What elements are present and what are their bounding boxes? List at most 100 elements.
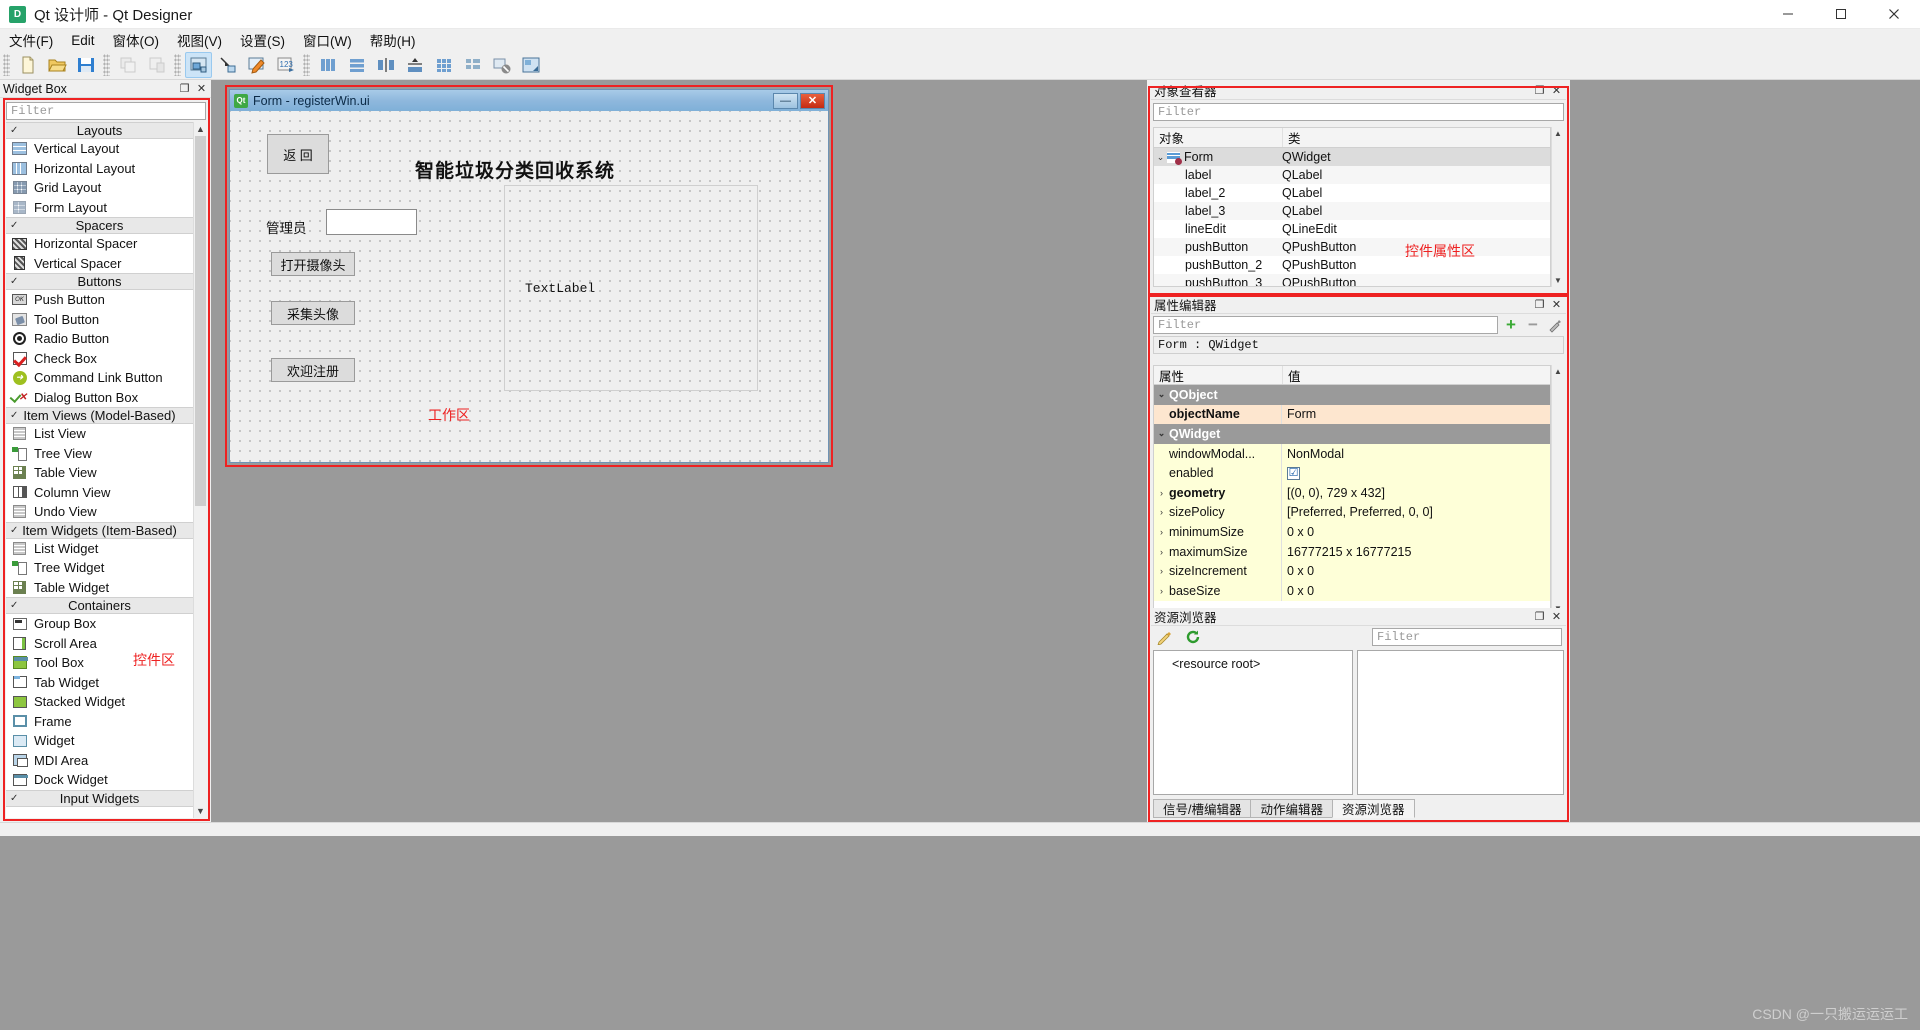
widget-item-frame[interactable]: Frame — [6, 712, 193, 732]
minimize-button[interactable] — [1761, 0, 1814, 29]
menu-file[interactable]: 文件(F) — [0, 28, 62, 52]
form-close-button[interactable]: ✕ — [800, 92, 825, 109]
chevron-right-icon[interactable]: › — [1154, 586, 1169, 596]
property-row-sizeincrement[interactable]: › sizeIncrement 0 x 0 — [1154, 561, 1550, 581]
object-tree-row-label-3[interactable]: label_3 QLabel — [1154, 202, 1550, 220]
menu-help[interactable]: 帮助(H) — [361, 28, 425, 52]
tab-action-editor[interactable]: 动作编辑器 — [1250, 799, 1333, 818]
object-inspector-float-button[interactable]: ❐ — [1532, 83, 1547, 98]
widget-item-tree-view[interactable]: Tree View — [6, 444, 193, 464]
property-value[interactable]: [Preferred, Preferred, 0, 0] — [1287, 505, 1433, 519]
widget-box-scrollbar[interactable]: ▲ ▼ — [193, 122, 206, 818]
toolbar-grip-4[interactable] — [303, 54, 310, 76]
chevron-down-icon[interactable]: ⌄ — [1154, 152, 1167, 163]
menu-form[interactable]: 窗体(O) — [104, 28, 169, 52]
edit-buddies-icon[interactable] — [243, 52, 270, 78]
object-tree-row-label-2[interactable]: label_2 QLabel — [1154, 184, 1550, 202]
close-button[interactable] — [1867, 0, 1920, 29]
register-button[interactable]: 欢迎注册 — [271, 358, 355, 382]
reload-icon[interactable] — [1183, 628, 1203, 646]
property-row-objectname[interactable]: objectName Form — [1154, 404, 1550, 425]
widget-box-category-containers[interactable]: ✓ Containers — [6, 597, 193, 614]
layout-splitter-vertical-icon[interactable] — [401, 52, 428, 78]
column-header-object[interactable]: 对象 — [1154, 128, 1282, 147]
scroll-up-icon[interactable]: ▲ — [1552, 365, 1565, 378]
property-value[interactable]: 16777215 x 16777215 — [1287, 545, 1411, 559]
new-form-icon[interactable] — [14, 52, 41, 78]
property-value[interactable]: 0 x 0 — [1287, 584, 1314, 598]
edit-signals-slots-icon[interactable] — [214, 52, 241, 78]
chevron-right-icon[interactable]: › — [1154, 507, 1169, 517]
capture-photo-button[interactable]: 采集头像 — [271, 301, 355, 325]
widget-item-stacked-widget[interactable]: Stacked Widget — [6, 692, 193, 712]
resource-browser-filter-input[interactable]: Filter — [1372, 628, 1562, 646]
add-dynamic-property-button[interactable]: + — [1502, 315, 1520, 334]
menu-settings[interactable]: 设置(S) — [231, 28, 294, 52]
widget-item-list-widget[interactable]: List Widget — [6, 539, 193, 559]
widget-box-category-item-widgets[interactable]: ✓ Item Widgets (Item-Based) — [6, 521, 193, 539]
widget-item-widget[interactable]: Widget — [6, 731, 193, 751]
widget-item-tab-widget[interactable]: Tab Widget — [6, 673, 193, 693]
resource-tree[interactable]: <resource root> — [1153, 650, 1353, 795]
menu-edit[interactable]: Edit — [62, 31, 103, 50]
menu-window[interactable]: 窗口(W) — [294, 28, 361, 52]
widget-item-tool-button[interactable]: Tool Button — [6, 310, 193, 330]
property-editor-float-button[interactable]: ❐ — [1532, 297, 1547, 312]
form-window-title-bar[interactable]: Qt Form - registerWin.ui — ✕ — [230, 90, 828, 111]
admin-line-edit[interactable] — [326, 209, 417, 235]
toolbar-grip-3[interactable] — [174, 54, 181, 76]
undo-icon[interactable] — [114, 52, 141, 78]
widget-item-table-view[interactable]: Table View — [6, 463, 193, 483]
widget-item-check-box[interactable]: Check Box — [6, 349, 193, 369]
resource-preview-pane[interactable] — [1357, 650, 1564, 795]
chevron-right-icon[interactable]: › — [1154, 488, 1169, 498]
widget-item-table-widget[interactable]: Table Widget — [6, 578, 193, 598]
property-value[interactable]: Form — [1287, 407, 1316, 421]
open-camera-button[interactable]: 打开摄像头 — [271, 252, 355, 276]
scroll-down-icon[interactable]: ▼ — [1552, 274, 1565, 287]
column-header-property[interactable]: 属性 — [1154, 366, 1282, 384]
widget-box-category-item-views[interactable]: ✓ Item Views (Model-Based) — [6, 407, 193, 424]
widget-item-mdi-area[interactable]: MDI Area — [6, 751, 193, 771]
layout-horizontally-icon[interactable] — [314, 52, 341, 78]
save-form-icon[interactable] — [72, 52, 99, 78]
open-form-icon[interactable] — [43, 52, 70, 78]
remove-dynamic-property-button[interactable]: − — [1524, 315, 1542, 334]
chevron-right-icon[interactable]: › — [1154, 566, 1169, 576]
object-tree-row-lineedit[interactable]: lineEdit QLineEdit — [1154, 220, 1550, 238]
column-header-class[interactable]: 类 — [1282, 128, 1550, 147]
widget-item-push-button[interactable]: OK Push Button — [6, 290, 193, 310]
redo-icon[interactable] — [143, 52, 170, 78]
form-minimize-button[interactable]: — — [773, 92, 798, 109]
property-group-qwidget[interactable]: ⌄ QWidget — [1154, 424, 1550, 444]
widget-item-horizontal-layout[interactable]: Horizontal Layout — [6, 159, 193, 179]
widget-item-dialog-button-box[interactable]: Dialog Button Box — [6, 388, 193, 408]
chevron-down-icon[interactable]: ⌄ — [1154, 428, 1169, 439]
edit-widgets-icon[interactable] — [185, 52, 212, 78]
property-row-sizepolicy[interactable]: › sizePolicy [Preferred, Preferred, 0, 0… — [1154, 502, 1550, 523]
back-button[interactable]: 返 回 — [267, 134, 329, 174]
widget-item-column-view[interactable]: Column View — [6, 483, 193, 503]
widget-item-horizontal-spacer[interactable]: Horizontal Spacer — [6, 234, 193, 254]
widget-item-vertical-spacer[interactable]: Vertical Spacer — [6, 254, 193, 274]
property-row-windowmodality[interactable]: windowModal... NonModal — [1154, 443, 1550, 464]
widget-item-tree-widget[interactable]: Tree Widget — [6, 558, 193, 578]
tab-resource-browser[interactable]: 资源浏览器 — [1332, 799, 1415, 818]
edit-tab-order-icon[interactable]: 123 — [272, 52, 299, 78]
widget-box-category-layouts[interactable]: ✓ Layouts — [6, 122, 193, 139]
property-value[interactable]: [(0, 0), 729 x 432] — [1287, 486, 1385, 500]
widget-box-close-button[interactable]: ✕ — [194, 81, 209, 96]
property-editor-scrollbar[interactable]: ▲ ▼ — [1551, 365, 1564, 615]
property-row-maximumsize[interactable]: › maximumSize 16777215 x 16777215 — [1154, 541, 1550, 562]
toolbar-grip[interactable] — [3, 54, 10, 76]
layout-grid-icon[interactable] — [430, 52, 457, 78]
widget-box-category-input-widgets[interactable]: ✓ Input Widgets — [6, 789, 193, 807]
object-inspector-close-button[interactable]: ✕ — [1549, 83, 1564, 98]
object-tree-row-pushbutton[interactable]: pushButton QPushButton — [1154, 238, 1550, 256]
break-layout-icon[interactable] — [488, 52, 515, 78]
chevron-right-icon[interactable]: › — [1154, 527, 1169, 537]
widget-item-group-box[interactable]: Group Box — [6, 614, 193, 634]
object-tree-row-label[interactable]: label QLabel — [1154, 166, 1550, 184]
column-header-value[interactable]: 值 — [1282, 366, 1550, 384]
maximize-button[interactable] — [1814, 0, 1867, 29]
